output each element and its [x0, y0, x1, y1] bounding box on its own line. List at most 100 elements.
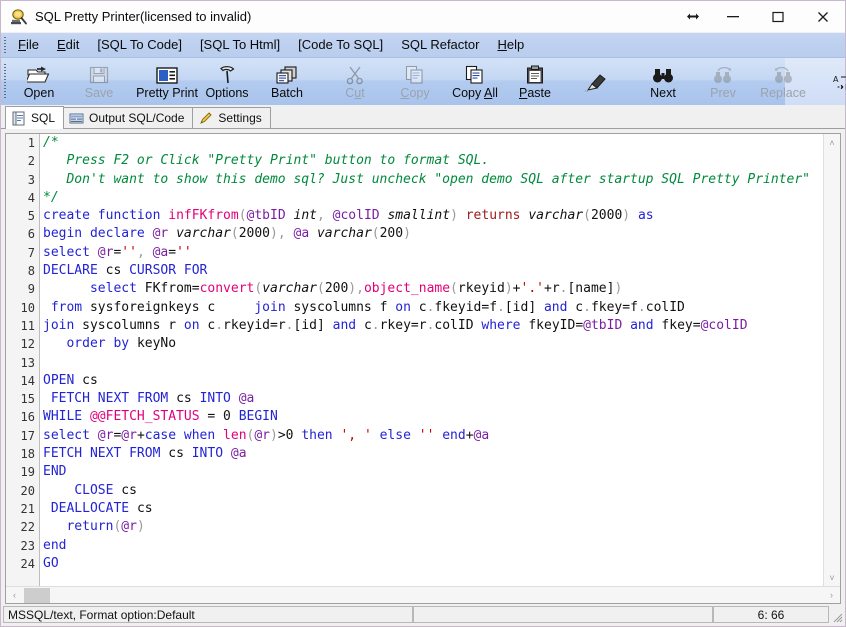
code-token: '.' [520, 281, 544, 297]
code-token: as [637, 208, 654, 224]
code-token: Press F2 or Click "Pretty Print" button … [43, 153, 490, 169]
code-token: + [136, 427, 145, 443]
line-number: 18 [20, 447, 35, 462]
line-number: 7 [27, 245, 35, 260]
copy-all-button-label: Copy All [452, 86, 498, 100]
save-button[interactable]: Save [69, 58, 129, 105]
paste-button[interactable]: Paste [505, 58, 565, 105]
code-line: Press F2 or Click "Pretty Print" button … [43, 152, 823, 170]
tab-settings-label: Settings [218, 111, 262, 125]
search-prev-button[interactable]: Replace [753, 58, 813, 105]
line-number: 5 [27, 209, 35, 224]
maximize-button[interactable] [755, 1, 800, 32]
minimize-button[interactable] [710, 1, 755, 32]
scroll-left-arrow[interactable]: ‹ [6, 587, 23, 604]
toolbar-gripper[interactable] [1, 58, 9, 105]
menu-item-code-to-sql[interactable]: [Code To SQL] [289, 33, 392, 57]
restore-arrows-icon[interactable] [676, 1, 710, 32]
line-number: 13 [20, 355, 35, 370]
code-line: create function infFKfrom(@tbID int, @co… [43, 207, 823, 225]
code-token: colID [645, 299, 685, 315]
tab-settings[interactable]: Settings [192, 107, 271, 128]
tab-output-sql-code[interactable]: Output SQL/Code [63, 107, 194, 128]
code-token: by [113, 336, 130, 352]
scroll-up-arrow[interactable]: ˄ [824, 134, 841, 151]
code-token: c [363, 317, 372, 333]
replace-button[interactable]: A B [813, 58, 846, 105]
search-button[interactable]: Next [633, 58, 693, 105]
code-line: order by keyNo [43, 335, 823, 353]
editor-vertical-scrollbar[interactable]: ˄ ˅ [823, 134, 840, 586]
editor-body: 1 2 3 4 5 6 7 8 9 10 11 12 13 14 15 16 17 18 19 20 21 22 23 24 … [6, 134, 840, 586]
copy-all-button[interactable]: Copy All [445, 58, 505, 105]
code-token: select [89, 281, 137, 297]
scroll-down-arrow[interactable]: ˅ [824, 569, 841, 586]
code-line: DEALLOCATE cs [43, 500, 823, 518]
code-token: fkey [590, 299, 623, 315]
options-button[interactable]: Options [197, 58, 257, 105]
code-token: + [465, 427, 474, 443]
sql-editor-panel: 1 2 3 4 5 6 7 8 9 10 11 12 13 14 15 16 17 18 19 20 21 22 23 24 … [5, 133, 841, 604]
batch-button[interactable]: Batch [257, 58, 317, 105]
copy-button[interactable]: Copy [385, 58, 445, 105]
menu-gripper[interactable] [1, 33, 9, 57]
tab-output-label: Output SQL/Code [89, 111, 185, 125]
code-token: rkey [379, 317, 411, 333]
code-line: END [43, 463, 823, 481]
code-line: select @r=@r+case when len(@r)>0 then ',… [43, 427, 823, 445]
code-token: INTO [191, 446, 224, 462]
code-token: FKfrom [144, 281, 192, 297]
code-token: ', ' [340, 427, 372, 443]
search-next-button[interactable]: Prev [693, 58, 753, 105]
line-number: 1 [27, 136, 35, 150]
menu-item-sql-refactor[interactable]: SQL Refactor [392, 33, 488, 57]
hscroll-thumb[interactable] [24, 587, 50, 603]
status-bar: MSSQL/text, Format option:Default 6: 66 [1, 604, 845, 626]
sql-code-area[interactable]: /* Press F2 or Click "Pretty Print" butt… [40, 134, 823, 586]
code-token: NEXT [89, 446, 122, 462]
code-token: , [356, 281, 364, 297]
code-token: DECLARE [43, 263, 98, 279]
clear-all-button[interactable] [565, 58, 625, 105]
code-token: > [277, 427, 286, 443]
pretty-print-button[interactable]: Pretty Print [136, 58, 198, 105]
code-token: create [43, 208, 90, 224]
menu-item-file[interactable]: File [9, 33, 48, 57]
close-button[interactable] [800, 1, 845, 32]
code-token: INTO [199, 391, 231, 407]
open-button[interactable]: Open [9, 58, 69, 105]
code-token: ) [614, 281, 623, 297]
menu-item-sql-to-code[interactable]: [SQL To Code] [88, 33, 191, 57]
code-token: + [512, 281, 521, 297]
code-token: ( [450, 281, 458, 297]
replace-ab-icon: A B [830, 70, 846, 92]
line-number: 2 [27, 154, 35, 169]
menu-item-help[interactable]: Help [488, 33, 533, 57]
code-token: f [630, 299, 638, 315]
scroll-right-arrow[interactable]: › [823, 587, 840, 604]
menu-item-sql-to-html[interactable]: [SQL To Html] [191, 33, 289, 57]
code-token: /* [43, 135, 59, 150]
cut-button[interactable]: Cut [325, 58, 385, 105]
code-token: ) [622, 208, 631, 224]
editor-horizontal-scrollbar[interactable]: ‹ › [6, 586, 840, 603]
tab-sql[interactable]: SQL [5, 106, 65, 129]
code-token: keyNo [136, 336, 177, 352]
code-token: join [254, 299, 286, 315]
menu-item-edit[interactable]: Edit [48, 33, 88, 57]
resize-grip[interactable] [829, 606, 843, 623]
open-folder-icon [26, 63, 52, 85]
code-token: */ [43, 189, 59, 205]
code-token: FETCH [43, 446, 83, 462]
line-number: 12 [20, 337, 35, 352]
